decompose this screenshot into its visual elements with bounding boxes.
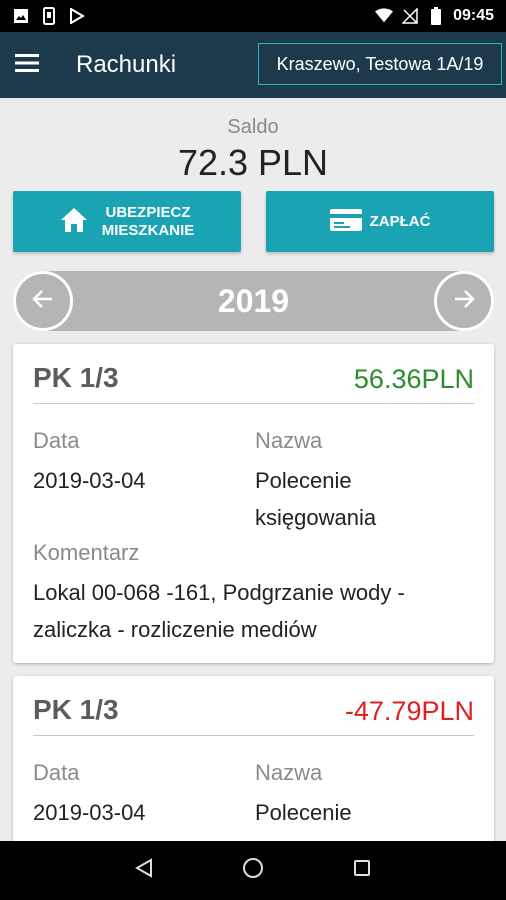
pay-button[interactable]: ZAPŁAĆ [266, 191, 494, 252]
comment-value: Lokal 00-068 -161, Podgrzanie wody - zal… [33, 580, 405, 642]
home-circle-icon [242, 857, 264, 884]
hamburger-menu-button[interactable] [0, 32, 54, 98]
phone-icon [40, 7, 58, 25]
image-icon [12, 7, 30, 25]
insure-apartment-button[interactable]: UBEZPIECZ MIESZKANIE [13, 191, 241, 252]
wifi-icon [375, 7, 394, 25]
date-label: Data [33, 760, 80, 785]
year-label: 2019 [217, 282, 290, 319]
pay-label: ZAPŁAĆ [369, 213, 431, 230]
card-header: PK 1/3 -47.79PLN [33, 694, 474, 736]
insure-apartment-label: UBEZPIECZ MIESZKANIE [101, 203, 195, 239]
document-code: PK 1/3 [33, 362, 119, 393]
app-bar: Rachunki Kraszewo, Testowa 1A/19 [0, 32, 506, 98]
next-year-button[interactable] [434, 271, 494, 331]
recents-button[interactable] [342, 851, 382, 891]
card-header: PK 1/3 56.36PLN [33, 362, 474, 404]
amount: -47.79PLN [344, 696, 474, 726]
recents-square-icon [353, 859, 371, 882]
arrow-right-icon [453, 289, 475, 314]
name-label: Nazwa [255, 428, 323, 453]
notification-icons [12, 7, 86, 25]
home-button[interactable] [233, 851, 273, 891]
date-label: Data [33, 428, 80, 453]
balance-label: Saldo [227, 116, 279, 138]
amount: 56.36PLN [353, 364, 474, 394]
clock: 09:45 [453, 7, 494, 24]
no-signal-icon [401, 7, 419, 25]
year-selector: 2019 [13, 271, 494, 331]
previous-year-button[interactable] [13, 271, 73, 331]
battery-icon [427, 7, 445, 25]
address-selector[interactable]: Kraszewo, Testowa 1A/19 [258, 43, 502, 85]
play-store-icon [68, 7, 86, 25]
transaction-card[interactable]: PK 1/3 56.36PLN Data 2019-03-04 Nazwa Po… [13, 344, 494, 663]
document-code: PK 1/3 [33, 694, 119, 725]
name-label: Nazwa [255, 760, 323, 785]
comment-label: Komentarz [33, 540, 140, 565]
balance-value: 72.3 PLN [177, 142, 329, 183]
back-triangle-icon [135, 858, 153, 883]
arrow-left-icon [32, 289, 54, 314]
back-button[interactable] [124, 851, 164, 891]
home-icon [60, 207, 88, 237]
menu-icon [15, 53, 39, 77]
page-title: Rachunki [76, 51, 177, 78]
payment-card-icon [329, 208, 362, 235]
system-navigation-bar [0, 841, 506, 900]
name-value: Polecenie księgowania [255, 468, 377, 530]
date-value: 2019-03-04 [33, 468, 146, 493]
status-bar: 09:45 [0, 0, 506, 32]
date-value: 2019-03-04 [33, 800, 146, 825]
